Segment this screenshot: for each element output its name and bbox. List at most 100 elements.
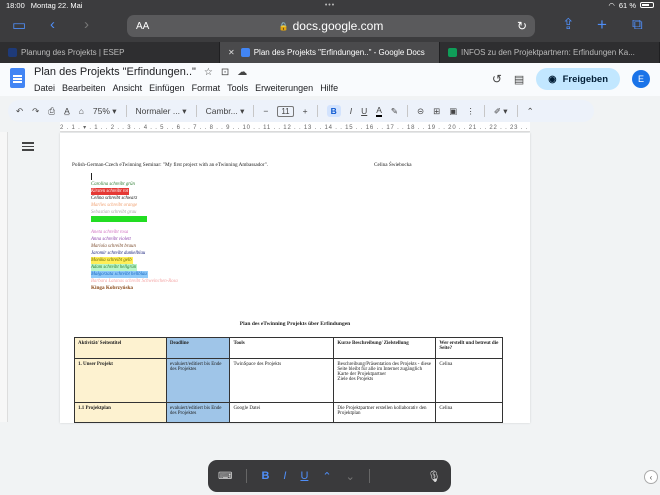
document-title[interactable]: Plan des Projekts "Erfindungen.." <box>34 66 196 78</box>
participant-line: Carolina schreibt grün <box>91 182 135 187</box>
comments-icon[interactable]: ▤ <box>514 73 524 86</box>
table-cell[interactable]: evaluiert/editiert bis Ende des Projekte… <box>165 358 231 403</box>
seminar-line: Polish-German-Czech eTwinning Seminar: "… <box>72 162 268 168</box>
menu-einfuegen[interactable]: Einfügen <box>149 83 185 93</box>
zoom-select[interactable]: 75% ▾ <box>93 106 117 117</box>
share-label: Freigeben <box>562 73 608 85</box>
avatar[interactable]: E <box>632 70 650 88</box>
menu-hilfe[interactable]: Hilfe <box>320 83 338 93</box>
docs-logo-icon[interactable] <box>10 68 25 88</box>
bold-button[interactable]: B <box>326 105 341 117</box>
document-outline-icon[interactable] <box>22 142 34 151</box>
column-header: Deadline <box>165 337 231 359</box>
participant-line: Celina schreibt schwarz <box>91 196 138 201</box>
shortcut-down-button[interactable]: ⌄ <box>346 470 355 483</box>
underline-button[interactable]: U <box>361 106 367 116</box>
column-header: Aktivität/ Seitentitel <box>74 337 167 359</box>
reload-icon[interactable]: ↻ <box>517 19 527 33</box>
more-icon[interactable]: ⋮ <box>466 106 475 117</box>
share-icon[interactable]: ⇪ <box>562 17 575 32</box>
print-icon[interactable]: ⎙ <box>48 106 55 117</box>
text-color-button[interactable]: A <box>376 105 382 117</box>
table-cell[interactable]: evaluiert/editiert bis Ende des Projekte… <box>165 402 231 423</box>
battery-icon <box>640 2 654 8</box>
forward-icon[interactable]: › <box>84 17 89 32</box>
font-size-input[interactable]: 11 <box>277 105 294 117</box>
participant-line: Kirsten schreibt rot <box>91 188 130 195</box>
column-header: Tools <box>229 337 335 359</box>
font-select[interactable]: Cambr... ▾ <box>206 106 245 117</box>
table-cell[interactable]: 1. Unser Projekt <box>74 358 167 403</box>
shortcut-divider <box>246 469 248 483</box>
italic-button[interactable]: I <box>350 106 352 116</box>
address-bar[interactable]: AA 🔒 docs.google.com ↻ <box>127 15 535 37</box>
keyboard-shortcut-bar: ⌨ B I U ⌃ ⌄ 🎙 <box>208 460 451 492</box>
multitask-dots[interactable]: ••• <box>0 2 660 9</box>
tab-google-docs[interactable]: ✕ Plan des Projekts "Erfindungen.." - Go… <box>220 42 440 63</box>
sidebar-icon[interactable]: ▭ <box>12 18 26 33</box>
shortcut-italic-button[interactable]: I <box>283 470 286 482</box>
shortcut-bold-button[interactable]: B <box>261 470 269 482</box>
menu-ansicht[interactable]: Ansicht <box>113 83 143 93</box>
table-cell[interactable]: Beschreibung/Präsentation des Projekts -… <box>333 358 437 403</box>
document-page[interactable]: Polish-German-Czech eTwinning Seminar: "… <box>60 133 530 423</box>
table-cell[interactable]: Celina <box>435 358 503 403</box>
toolbar-divider <box>407 105 409 117</box>
menu-datei[interactable]: Datei <box>34 83 55 93</box>
menu-bearbeiten[interactable]: Bearbeiten <box>62 83 106 93</box>
redo-icon[interactable]: ↷ <box>32 106 39 117</box>
reader-settings-button[interactable]: AA <box>136 21 149 32</box>
table-cell[interactable]: TwinSpace des Projekts <box>229 358 335 403</box>
menu-erweiterungen[interactable]: Erweiterungen <box>255 83 313 93</box>
move-folder-icon[interactable]: ⊡ <box>221 67 229 78</box>
tab-favicon <box>240 48 250 57</box>
tab-strip: Planung des Projekts | ESEP ✕ Plan des P… <box>0 42 660 63</box>
participant-line: Marlies schreibt orange <box>91 203 138 208</box>
shortcut-up-button[interactable]: ⌃ <box>322 470 331 483</box>
tab-esep[interactable]: Planung des Projekts | ESEP <box>0 42 220 63</box>
image-icon[interactable]: ▣ <box>449 106 457 117</box>
spellcheck-icon[interactable]: A̲ <box>64 106 70 116</box>
tabs-overview-icon[interactable]: ⧉ <box>632 17 643 32</box>
comment-add-icon[interactable]: ⊞ <box>433 106 440 117</box>
close-tab-icon[interactable]: ✕ <box>228 48 235 57</box>
menu-tools[interactable]: Tools <box>227 83 248 93</box>
decrease-font-button[interactable]: − <box>263 106 268 116</box>
participant-line: Monika schreibt gelb <box>91 257 133 264</box>
new-tab-icon[interactable]: + <box>597 16 607 33</box>
paint-format-icon[interactable]: ⌂ <box>79 106 84 116</box>
shortcut-underline-button[interactable]: U <box>300 470 308 482</box>
microphone-icon[interactable]: 🎙 <box>427 470 441 483</box>
table-cell[interactable]: Die Projektpartner erstellen kollaborati… <box>333 402 437 423</box>
table-cell[interactable]: Celina <box>435 402 503 423</box>
formatting-toolbar: ↶ ↷ ⎙ A̲ ⌂ 75% ▾ Normaler ... ▾ Cambr...… <box>8 100 594 122</box>
link-icon[interactable]: ⊝ <box>417 106 424 117</box>
share-button[interactable]: ◉ Freigeben <box>536 68 620 90</box>
participant-line: Barbara Łatanas schreibt Schweinchen-Ros… <box>91 279 178 284</box>
toolbar-divider <box>253 105 255 117</box>
lock-icon: 🔒 <box>278 21 289 31</box>
column-header: Kurze Beschreibung/ Zielstellung <box>333 337 437 359</box>
ruler-ticks: 2 . 1 . ▾ . 1 . . 2 . . 3 . . 4 . . 5 . … <box>60 125 530 131</box>
collapse-menus-icon[interactable]: ⌃ <box>527 106 534 117</box>
chevron-left-icon[interactable]: ‹ <box>644 470 658 484</box>
editing-mode-icon[interactable]: ✐ ▾ <box>494 106 508 117</box>
highlight-icon[interactable]: ✎ <box>391 106 398 117</box>
tab-favicon <box>448 48 457 57</box>
style-select[interactable]: Normaler ... ▾ <box>136 106 187 117</box>
horizontal-ruler[interactable]: 2 . 1 . ▾ . 1 . . 2 . . 3 . . 4 . . 5 . … <box>60 122 530 132</box>
menu-format[interactable]: Format <box>192 83 221 93</box>
star-icon[interactable]: ☆ <box>204 67 213 78</box>
table-header-row: Aktivität/ Seitentitel Deadline Tools Ku… <box>74 337 503 359</box>
tab-infos[interactable]: INFOS zu den Projektpartnern: Erfindunge… <box>440 42 660 63</box>
table-cell[interactable]: Google Datei <box>229 402 335 423</box>
table-cell[interactable]: 1.1 Projektplan <box>74 402 167 423</box>
undo-icon[interactable]: ↶ <box>16 106 23 117</box>
vertical-ruler[interactable] <box>0 132 8 422</box>
history-icon[interactable]: ↺ <box>492 72 502 86</box>
increase-font-button[interactable]: + <box>303 106 308 116</box>
keyboard-icon[interactable]: ⌨ <box>218 471 232 482</box>
back-icon[interactable]: ‹ <box>50 17 55 32</box>
menu-bar: Datei Bearbeiten Ansicht Einfügen Format… <box>34 83 338 93</box>
toolbar-divider <box>195 105 197 117</box>
